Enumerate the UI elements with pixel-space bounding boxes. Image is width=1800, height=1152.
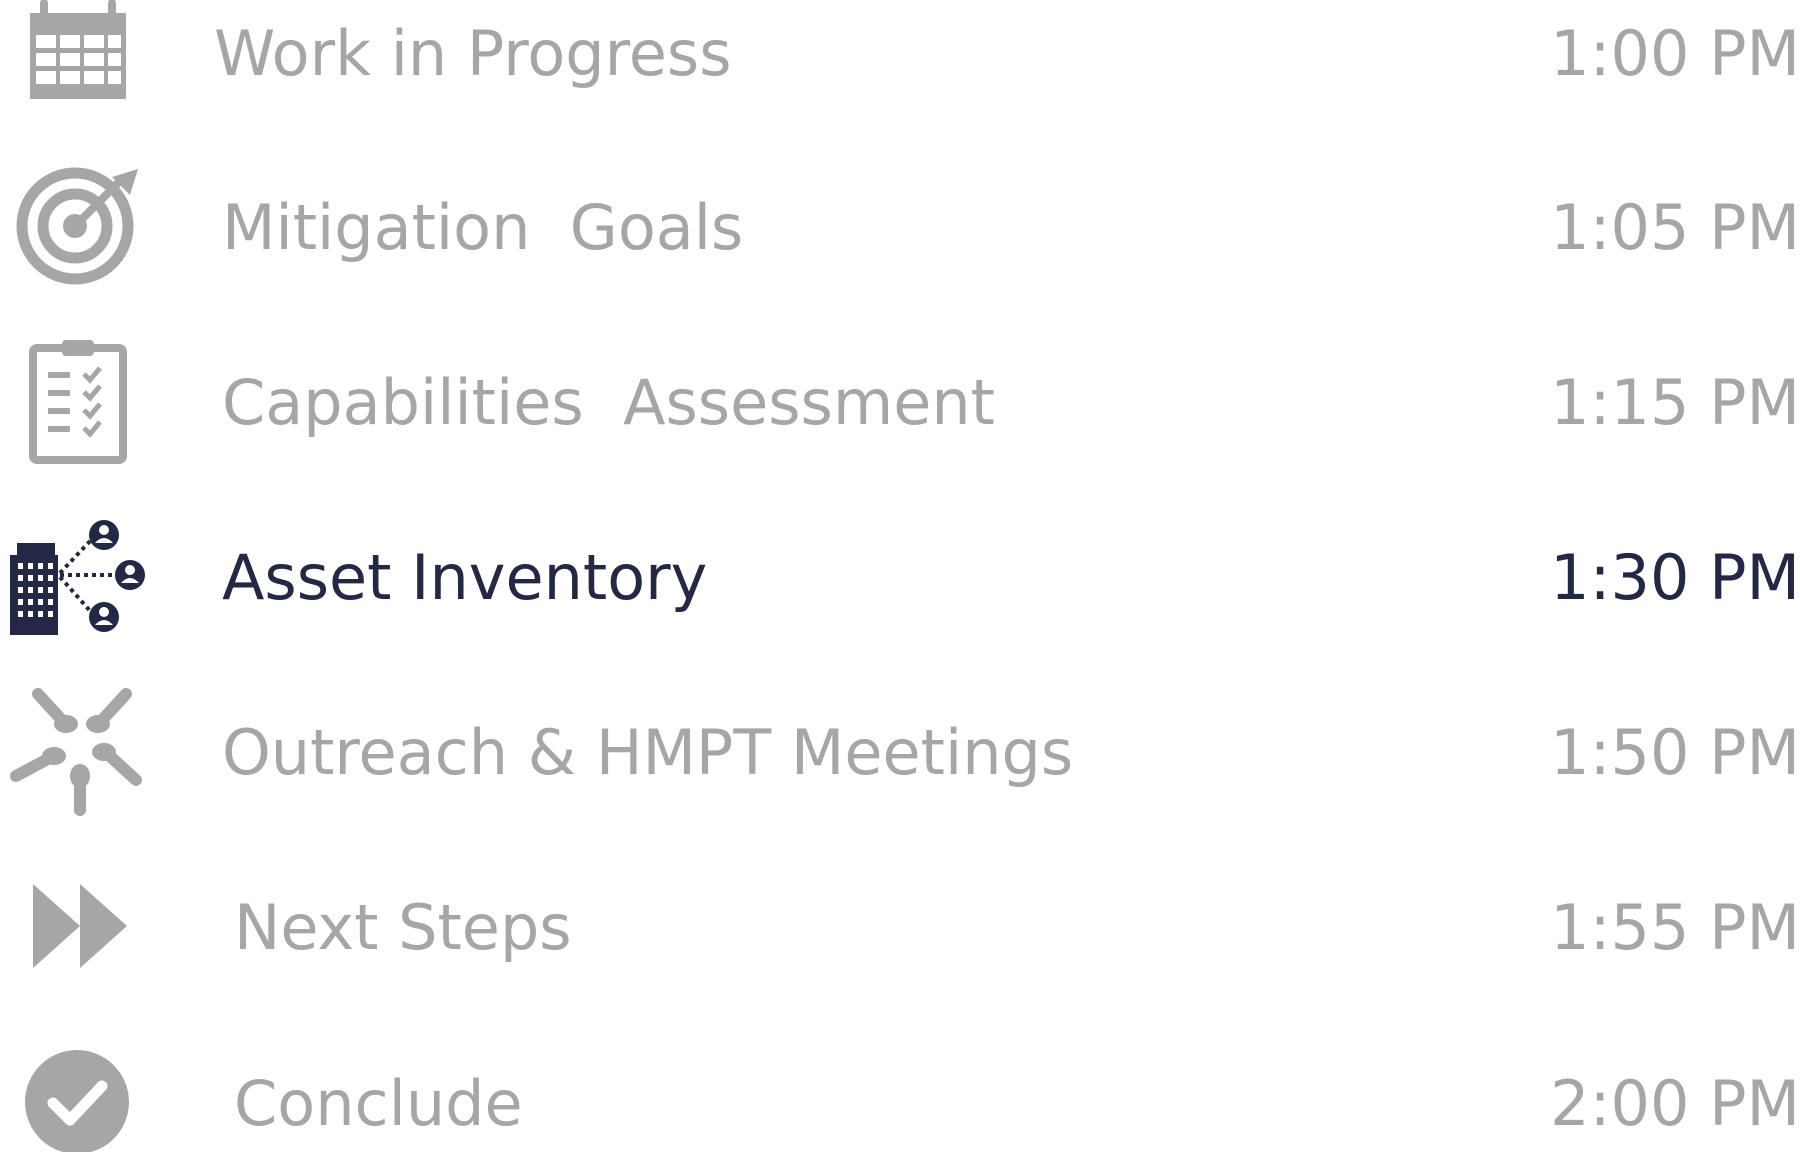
agenda-item-label: Conclude bbox=[234, 1067, 523, 1140]
agenda-item-label: Next Steps bbox=[234, 891, 572, 964]
check-circle-icon bbox=[0, 1039, 150, 1152]
agenda-item-time: 1:50 PM bbox=[1550, 716, 1800, 789]
hands-circle-icon bbox=[0, 688, 150, 818]
agenda-item-label: Outreach & HMPT Meetings bbox=[222, 716, 1074, 789]
agenda-item-label: Work in Progress bbox=[214, 17, 732, 90]
agenda-item-time: 1:00 PM bbox=[1550, 17, 1800, 90]
agenda-item-time: 1:05 PM bbox=[1550, 191, 1800, 264]
agenda-item: Conclude 2:00 PM bbox=[0, 1039, 1800, 1152]
agenda-item-active: Asset Inventory 1:30 PM bbox=[0, 513, 1800, 643]
fast-forward-icon bbox=[0, 863, 150, 993]
agenda-item-label: Mitigation Goals bbox=[222, 191, 744, 264]
agenda-item-time: 1:15 PM bbox=[1550, 366, 1800, 439]
agenda-item: Work in Progress 1:00 PM bbox=[0, 0, 1800, 119]
agenda-item-time: 1:30 PM bbox=[1550, 541, 1800, 614]
agenda-item: Next Steps 1:55 PM bbox=[0, 863, 1800, 993]
agenda-item-time: 1:55 PM bbox=[1550, 891, 1800, 964]
agenda-item: Mitigation Goals 1:05 PM bbox=[0, 163, 1800, 293]
calendar-icon bbox=[0, 0, 150, 119]
agenda-item-label: Capabilities Assessment bbox=[222, 366, 995, 439]
agenda-item: Capabilities Assessment 1:15 PM bbox=[0, 338, 1800, 468]
building-network-icon bbox=[0, 513, 150, 643]
agenda-item-label: Asset Inventory bbox=[222, 541, 708, 614]
agenda-item-time: 2:00 PM bbox=[1550, 1067, 1800, 1140]
target-icon bbox=[0, 163, 150, 293]
agenda-item: Outreach & HMPT Meetings 1:50 PM bbox=[0, 688, 1800, 818]
clipboard-checklist-icon bbox=[0, 338, 150, 468]
